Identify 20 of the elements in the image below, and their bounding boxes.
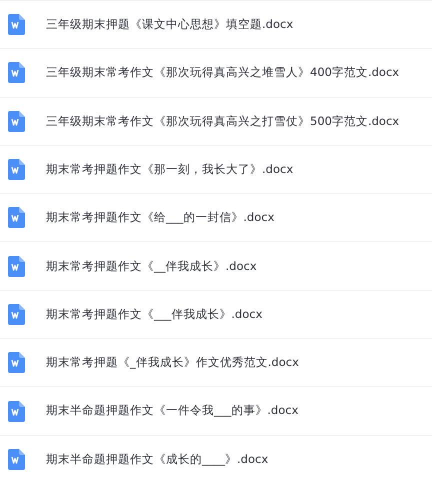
word-document-icon	[8, 352, 25, 374]
file-name[interactable]: 三年级期末常考作文《那次玩得真高兴之堆雪人》400字范文.docx	[46, 64, 400, 82]
file-name[interactable]: 期末常考押题作文《__伴我成长》.docx	[46, 258, 257, 275]
file-name[interactable]: 三年级期末常考作文《那次玩得真高兴之打雪仗》500字范文.docx	[46, 112, 400, 130]
file-name[interactable]: 期末常考押题作文《___伴我成长》.docx	[46, 306, 262, 324]
file-name[interactable]: 期末半命题押题作文《一件令我___的事》.docx	[46, 402, 298, 420]
word-document-icon	[8, 400, 25, 422]
word-document-icon	[8, 62, 25, 84]
word-document-icon	[8, 14, 25, 36]
file-name[interactable]: 三年级期末押题《课文中心思想》填空题.docx	[46, 16, 294, 34]
word-document-icon	[8, 304, 25, 325]
file-name[interactable]: 期末常考押题作文《给___的一封信》.docx	[46, 209, 274, 226]
word-document-icon	[8, 110, 25, 132]
word-document-icon	[8, 159, 25, 180]
file-name[interactable]: 期末半命题押题作文《成长的____》.docx	[46, 450, 268, 468]
file-name[interactable]: 期末常考押题《_伴我成长》作文优秀范文.docx	[46, 354, 299, 372]
word-document-icon	[8, 448, 25, 470]
file-name[interactable]: 期末常考押题作文《那一刻，我长大了》.docx	[46, 160, 294, 178]
word-document-icon	[8, 256, 25, 277]
word-document-icon	[8, 207, 25, 228]
